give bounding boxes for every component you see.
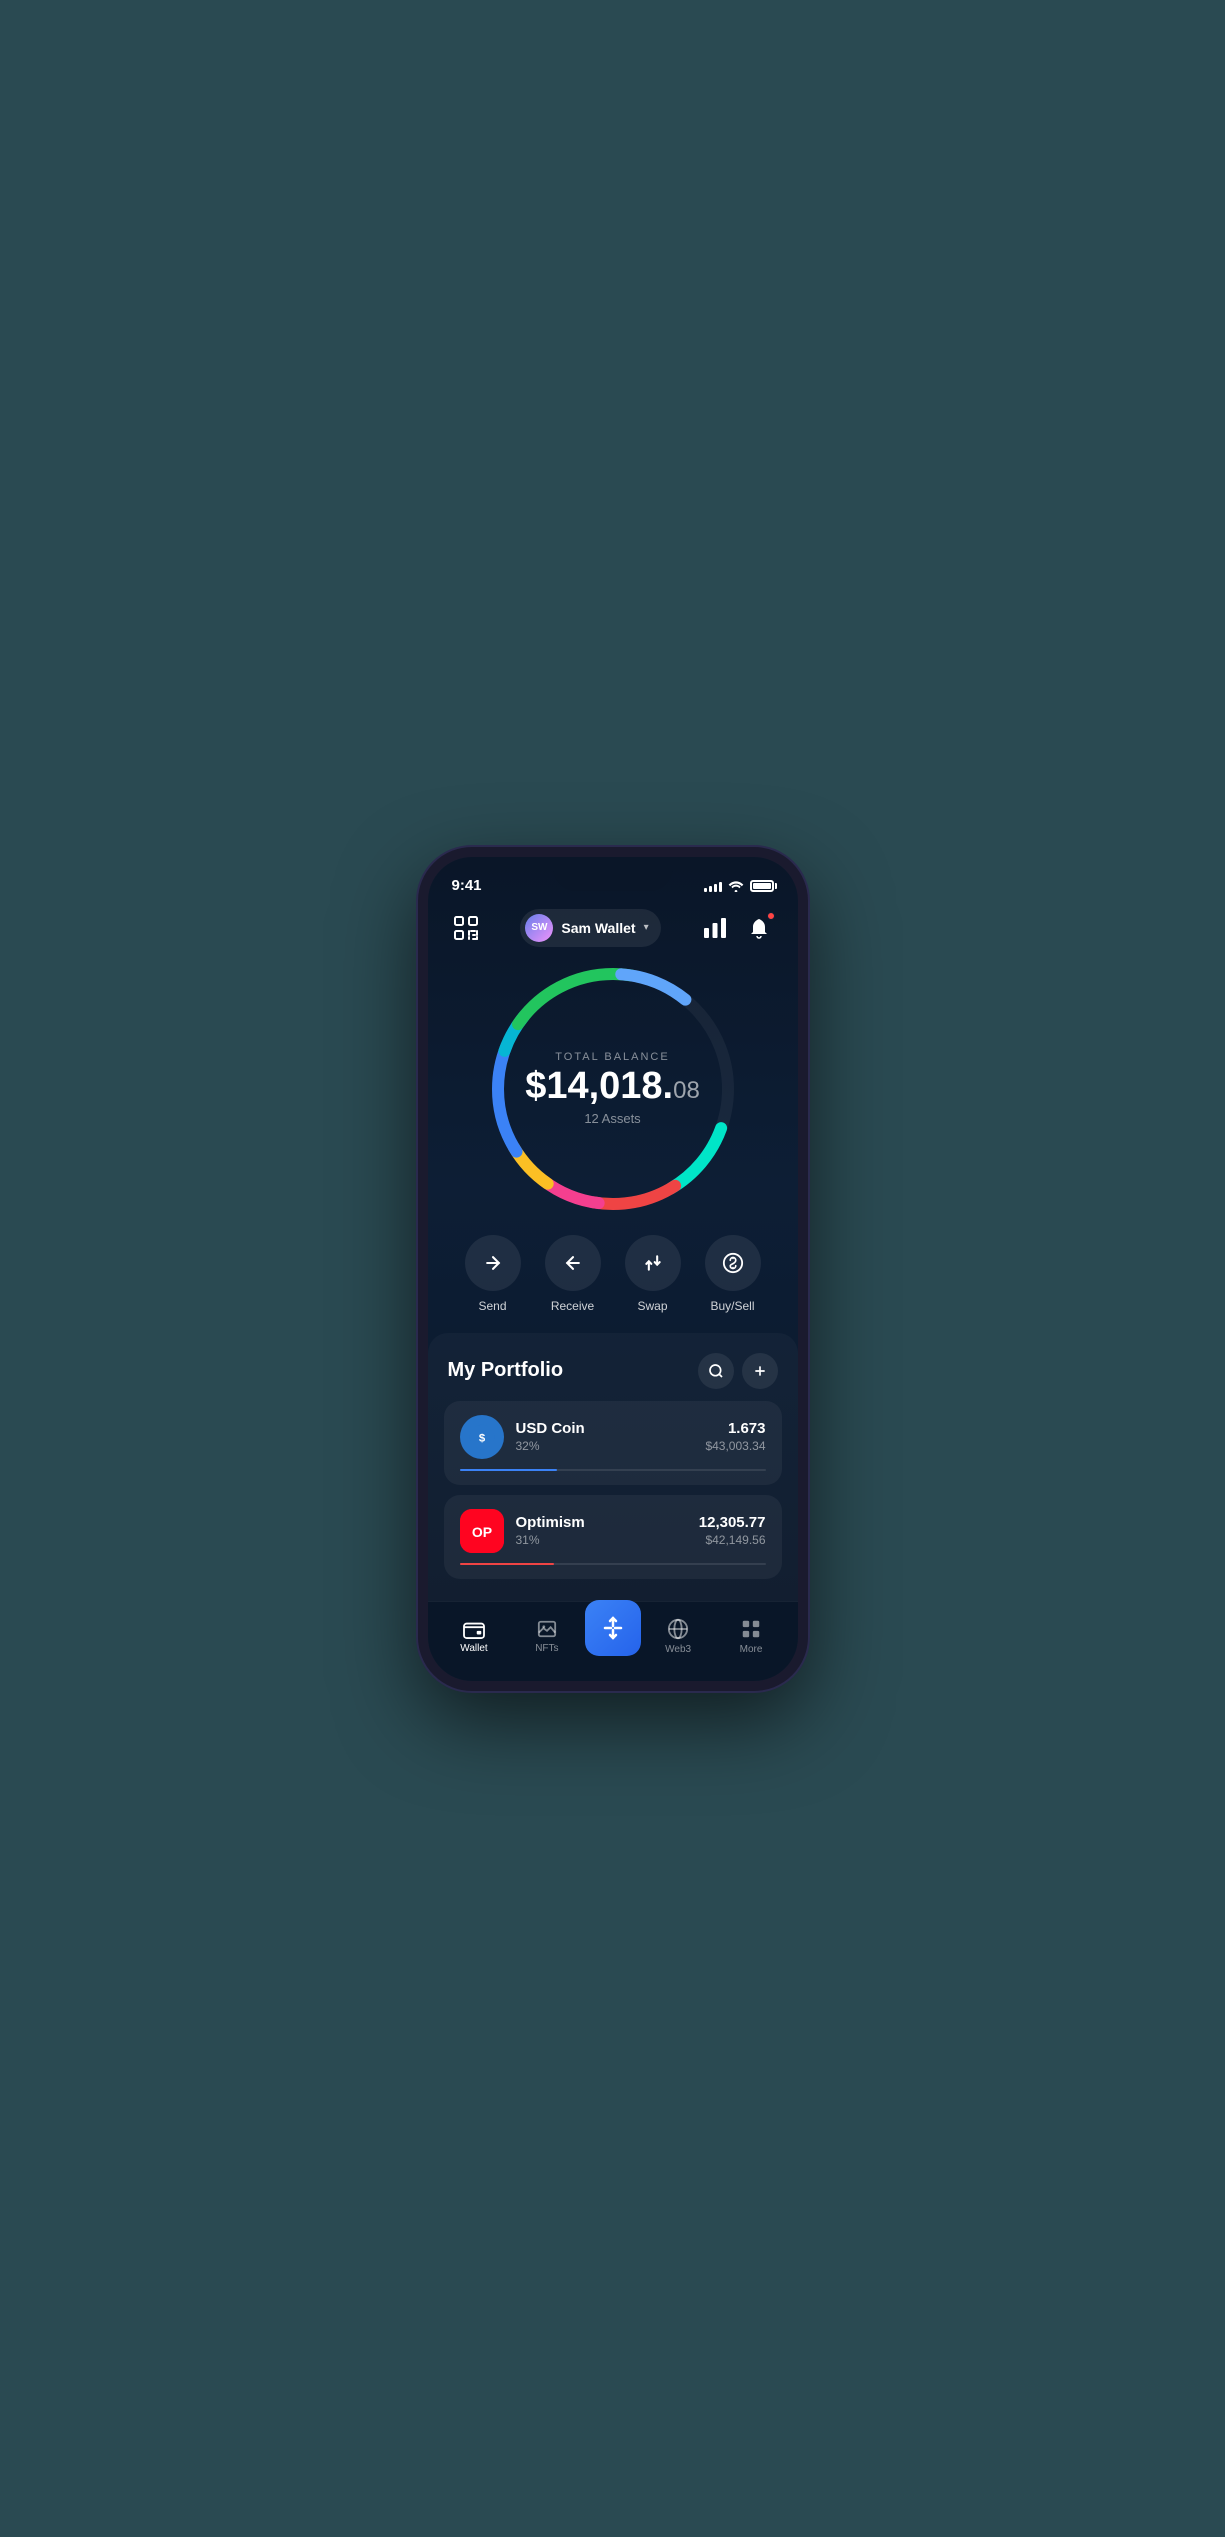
analytics-button[interactable] (697, 910, 733, 946)
svg-text:$: $ (478, 1432, 485, 1444)
nav-more[interactable]: More (715, 1618, 788, 1655)
bell-icon (749, 917, 769, 939)
usdc-progress-fill (460, 1469, 558, 1471)
signal-bar-4 (719, 882, 722, 892)
buysell-button[interactable]: Buy/Sell (705, 1235, 761, 1313)
usdc-info: USD Coin 32% (516, 1420, 694, 1453)
bottom-nav: Wallet NFTs (428, 1601, 798, 1681)
scan-icon (453, 915, 479, 941)
balance-cents: 08 (673, 1077, 700, 1104)
battery-fill (753, 883, 771, 889)
battery-icon (750, 880, 774, 892)
scan-button[interactable] (448, 910, 484, 946)
chart-center-display: TOTAL BALANCE $14,018.08 12 Assets (525, 1051, 700, 1126)
signal-bar-1 (704, 888, 707, 892)
center-action-button[interactable] (585, 1600, 641, 1656)
more-nav-icon (740, 1618, 762, 1640)
avatar: SW (525, 914, 553, 942)
buysell-label: Buy/Sell (710, 1299, 754, 1313)
swap-icon (643, 1253, 663, 1273)
op-name: Optimism (516, 1514, 687, 1531)
asset-card-op[interactable]: OP Optimism 31% 12,305.77 $42,149.56 (444, 1495, 782, 1579)
op-progress-bar (460, 1563, 766, 1565)
receive-button-circle (545, 1235, 601, 1291)
op-pct: 31% (516, 1533, 687, 1547)
op-amount: 12,305.77 (699, 1514, 766, 1531)
balance-whole: $14,018. (525, 1065, 673, 1107)
receive-icon (563, 1253, 583, 1273)
nav-web3[interactable]: Web3 (642, 1618, 715, 1655)
web3-nav-label: Web3 (665, 1644, 691, 1655)
signal-bar-2 (709, 886, 712, 892)
send-label: Send (478, 1299, 506, 1313)
asset-row-usdc: $ USD Coin 32% 1.673 $43,003.34 (460, 1415, 766, 1459)
more-nav-label: More (740, 1644, 763, 1655)
swap-label: Swap (637, 1299, 667, 1313)
portfolio-chart: TOTAL BALANCE $14,018.08 12 Assets (483, 959, 743, 1219)
nfts-nav-label: NFTs (535, 1643, 558, 1654)
portfolio-search-button[interactable] (698, 1353, 734, 1389)
send-icon (483, 1253, 503, 1273)
asset-card-usdc[interactable]: $ USD Coin 32% 1.673 $43,003.34 (444, 1401, 782, 1485)
web3-nav-icon (667, 1618, 689, 1640)
account-chevron-icon: ▾ (644, 922, 649, 933)
op-info: Optimism 31% (516, 1514, 687, 1547)
balance-label: TOTAL BALANCE (525, 1051, 700, 1063)
account-name: Sam Wallet (561, 920, 635, 936)
status-icons (704, 880, 774, 892)
usdc-values: 1.673 $43,003.34 (705, 1420, 765, 1453)
nav-nfts[interactable]: NFTs (510, 1619, 583, 1654)
usdc-name: USD Coin (516, 1420, 694, 1437)
analytics-icon (704, 918, 726, 938)
usdc-pct: 32% (516, 1439, 694, 1453)
usdc-icon: $ (460, 1415, 504, 1459)
phone-screen: 9:41 (428, 857, 798, 1681)
buysell-icon (722, 1252, 744, 1274)
header-actions (697, 910, 777, 946)
status-time: 9:41 (452, 877, 482, 894)
receive-label: Receive (551, 1299, 594, 1313)
notification-badge (767, 912, 775, 920)
portfolio-add-button[interactable] (742, 1353, 778, 1389)
swap-button[interactable]: Swap (625, 1235, 681, 1313)
balance-assets: 12 Assets (525, 1111, 700, 1126)
portfolio-title: My Portfolio (448, 1359, 564, 1382)
action-buttons: Send Receive (428, 1219, 798, 1321)
usdc-value: $43,003.34 (705, 1439, 765, 1453)
op-progress-fill (460, 1563, 555, 1565)
nfts-nav-icon (536, 1619, 558, 1639)
add-icon (752, 1363, 768, 1379)
wifi-icon (728, 880, 744, 892)
receive-button[interactable]: Receive (545, 1235, 601, 1313)
send-button-circle (465, 1235, 521, 1291)
notch (553, 857, 673, 891)
buysell-button-circle (705, 1235, 761, 1291)
center-action-icon (601, 1616, 625, 1640)
wallet-nav-label: Wallet (460, 1643, 487, 1654)
balance-amount: $14,018.08 (525, 1067, 700, 1105)
account-selector[interactable]: SW Sam Wallet ▾ (520, 909, 660, 947)
notifications-button[interactable] (741, 910, 777, 946)
header: SW Sam Wallet ▾ (428, 901, 798, 959)
wallet-nav-icon (463, 1619, 485, 1639)
svg-text:OP: OP (471, 1524, 491, 1540)
op-value: $42,149.56 (699, 1533, 766, 1547)
op-values: 12,305.77 $42,149.56 (699, 1514, 766, 1547)
portfolio-header: My Portfolio (428, 1349, 798, 1401)
op-icon: OP (460, 1509, 504, 1553)
nav-wallet[interactable]: Wallet (438, 1619, 511, 1654)
signal-bar-3 (714, 884, 717, 892)
portfolio-actions (698, 1353, 778, 1389)
phone-frame: 9:41 (418, 847, 808, 1691)
signal-bars-icon (704, 880, 722, 892)
nav-center[interactable] (583, 1616, 641, 1656)
usdc-progress-bar (460, 1469, 766, 1471)
send-button[interactable]: Send (465, 1235, 521, 1313)
asset-row-op: OP Optimism 31% 12,305.77 $42,149.56 (460, 1509, 766, 1553)
swap-button-circle (625, 1235, 681, 1291)
search-icon (708, 1363, 724, 1379)
usdc-amount: 1.673 (705, 1420, 765, 1437)
